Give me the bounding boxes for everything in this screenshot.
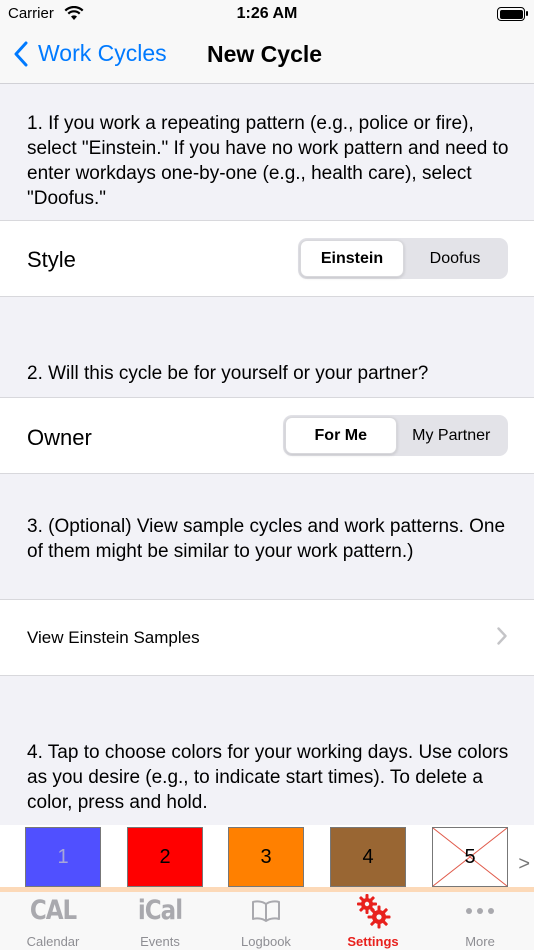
book-icon: [213, 896, 319, 926]
more-dots-icon: [427, 896, 533, 926]
tab-label: Events: [140, 934, 180, 949]
style-row: Style Einstein Doofus: [0, 220, 534, 297]
tab-settings[interactable]: Settings: [320, 892, 426, 950]
color-swatch-5-empty[interactable]: 5: [432, 827, 508, 887]
back-button[interactable]: Work Cycles: [14, 40, 167, 67]
status-bar: Carrier 1:26 AM: [0, 0, 534, 30]
cal-logo-icon: CAL: [29, 896, 77, 926]
color-swatch-2[interactable]: 2: [127, 827, 203, 887]
tab-logbook[interactable]: Logbook: [213, 892, 319, 950]
owner-option-for-me[interactable]: For Me: [285, 417, 397, 454]
tab-more[interactable]: More: [427, 892, 533, 950]
tab-label: More: [465, 934, 495, 949]
tab-bar: CAL Calendar iCal Events Logbook Setting…: [0, 887, 534, 950]
tab-label: Logbook: [241, 934, 291, 949]
clock: 1:26 AM: [236, 5, 298, 22]
tab-calendar[interactable]: CAL Calendar: [0, 892, 106, 950]
swatch-number: 2: [159, 845, 171, 868]
style-section-header: 1. If you work a repeating pattern (e.g.…: [27, 113, 509, 209]
color-strip: 1 2 3 4 5 >: [0, 825, 534, 887]
owner-row: Owner For Me My Partner: [0, 397, 534, 474]
tab-label: Settings: [347, 934, 399, 949]
colors-section-header: 4. Tap to choose colors for your working…: [27, 742, 509, 813]
view-samples-row[interactable]: View Einstein Samples: [0, 599, 534, 676]
style-option-einstein[interactable]: Einstein: [300, 240, 404, 277]
style-option-doofus[interactable]: Doofus: [404, 240, 506, 277]
view-samples-label: View Einstein Samples: [27, 628, 200, 647]
swatch-number: 4: [362, 845, 374, 868]
color-swatch-4[interactable]: 4: [330, 827, 406, 887]
samples-section-header: 3. (Optional) View sample cycles and wor…: [27, 516, 506, 562]
swatch-number: 3: [260, 845, 272, 868]
tab-label: Calendar: [26, 934, 80, 949]
tab-events[interactable]: iCal Events: [107, 892, 213, 950]
color-swatch-1[interactable]: 1: [25, 827, 101, 887]
navigation-bar: Work Cycles New Cycle: [0, 30, 534, 84]
owner-section-header: 2. Will this cycle be for yourself or yo…: [27, 363, 429, 384]
page-title: New Cycle: [207, 41, 323, 67]
chevron-left-icon: [14, 41, 28, 66]
style-segmented-control: Einstein Doofus: [298, 238, 508, 279]
owner-option-my-partner[interactable]: My Partner: [397, 417, 507, 454]
style-label: Style: [27, 247, 76, 272]
owner-label: Owner: [27, 425, 92, 450]
owner-segmented-control: For Me My Partner: [283, 415, 508, 456]
swatch-number: 1: [57, 845, 69, 868]
color-swatch-3[interactable]: 3: [228, 827, 304, 887]
ical-logo-icon: iCal: [137, 896, 183, 926]
gears-icon: [320, 894, 426, 929]
swatch-number: 5: [464, 845, 476, 868]
back-button-label: Work Cycles: [38, 40, 167, 66]
more-colors-arrow[interactable]: >: [518, 853, 530, 876]
battery-icon: [497, 7, 528, 21]
chevron-right-icon: [497, 627, 507, 645]
